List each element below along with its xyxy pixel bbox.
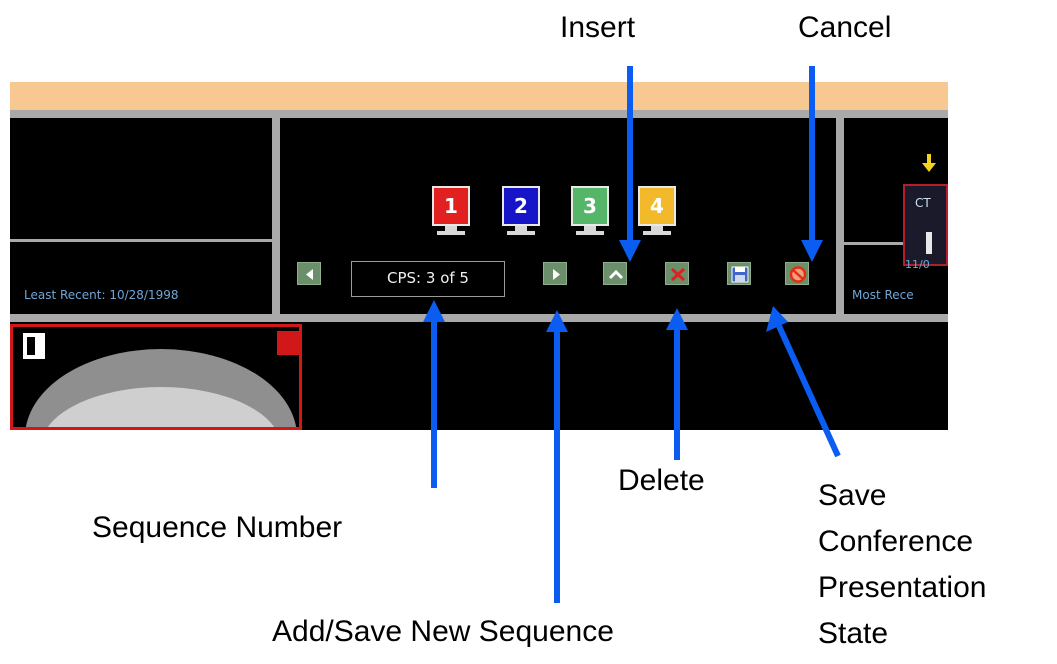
annotation-arrows [423, 66, 841, 603]
add-save-annotation: Add/Save New Sequence [272, 615, 614, 648]
save-annotation-line-1: Save [818, 479, 887, 512]
save-annotation-line-3: Presentation [818, 571, 987, 604]
cancel-annotation: Cancel [798, 11, 892, 44]
sequence-number-annotation: Sequence Number [92, 511, 343, 544]
save-annotation-line-4: State [818, 617, 889, 650]
save-annotation-line-2: Conference [818, 525, 974, 558]
delete-annotation: Delete [618, 464, 705, 497]
insert-annotation: Insert [560, 11, 636, 44]
